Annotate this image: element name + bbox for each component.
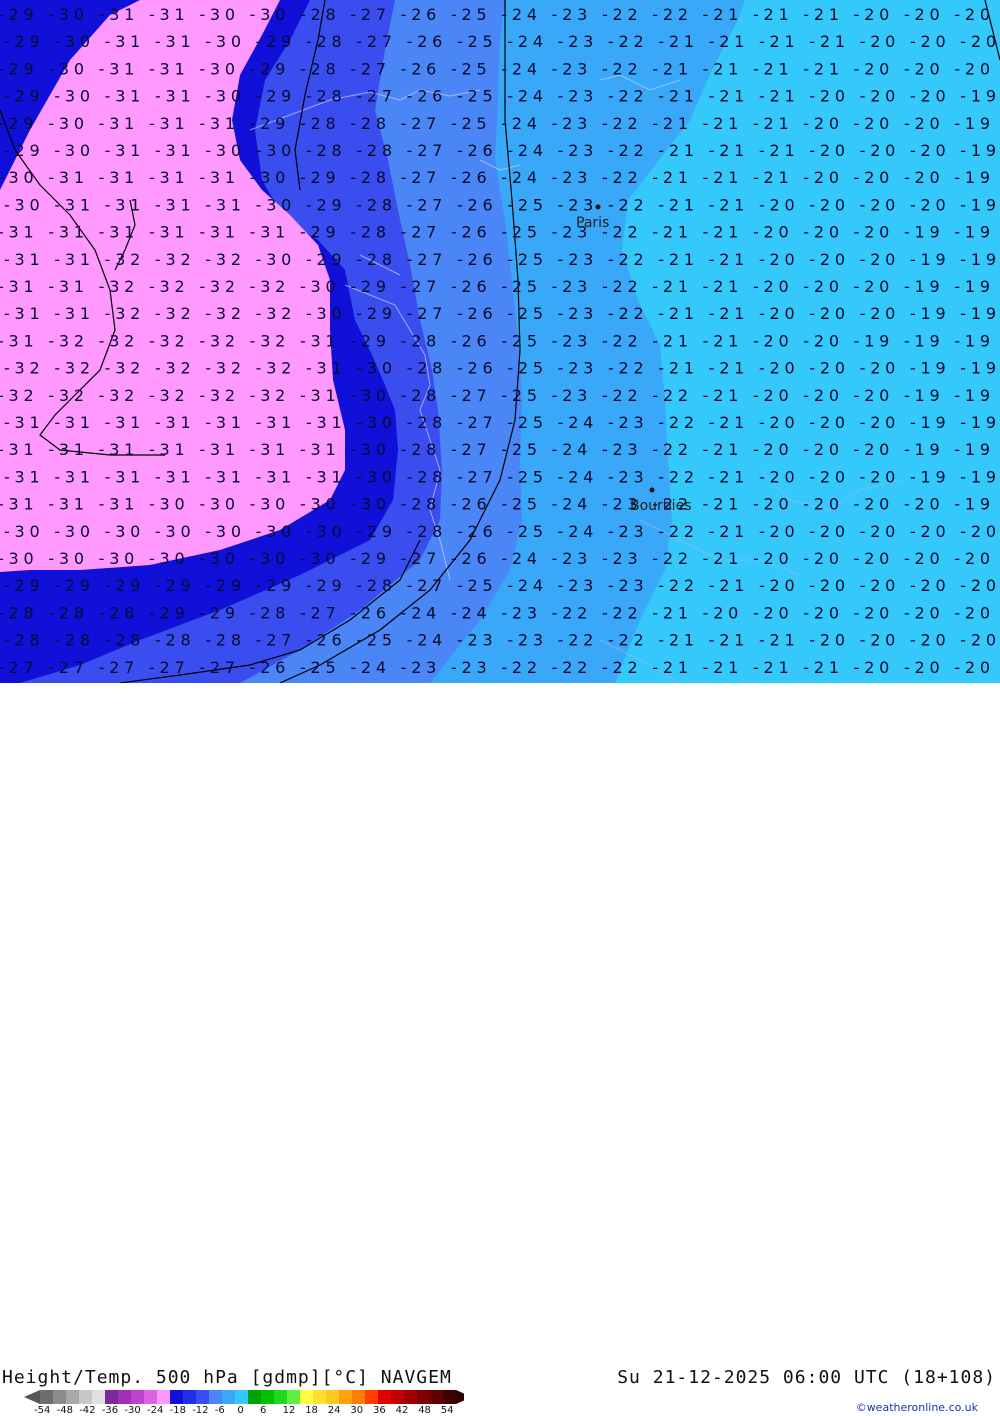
legend-tick: 30 <box>350 1405 364 1416</box>
legend-swatch <box>443 1390 456 1404</box>
city-bourbies-marker <box>649 487 655 493</box>
legend-tick: 12 <box>282 1405 296 1416</box>
color-scale-legend <box>24 1390 464 1404</box>
legend-tick: -48 <box>56 1405 73 1416</box>
legend-swatch <box>326 1390 339 1404</box>
legend-tick: 6 <box>260 1405 267 1416</box>
legend-swatch <box>352 1390 365 1404</box>
legend-tick: 36 <box>373 1405 386 1416</box>
legend-swatch <box>105 1390 118 1404</box>
temperature-map: -29 -30 -31 -31 -30 -30 -28 -27 -26 -25 … <box>0 0 1000 683</box>
legend-arrow-low <box>24 1390 40 1404</box>
legend-swatch <box>92 1390 105 1404</box>
legend-swatch <box>378 1390 391 1404</box>
legend-tick: -42 <box>79 1405 96 1416</box>
legend-swatch <box>365 1390 378 1404</box>
legend-arrow-high <box>456 1390 464 1404</box>
map-area: -29 -30 -31 -31 -30 -30 -28 -27 -26 -25 … <box>0 0 1000 683</box>
legend-swatch <box>261 1390 274 1404</box>
legend-tick: -24 <box>147 1405 164 1416</box>
credit-link[interactable]: ©weatheronline.co.uk <box>856 1401 978 1414</box>
legend-tick: -18 <box>169 1405 186 1416</box>
legend-swatch <box>430 1390 443 1404</box>
legend-swatch <box>339 1390 352 1404</box>
footer-bar: Height/Temp. 500 hPa [gdmp][°C] NAVGEM S… <box>0 683 1000 1416</box>
legend-tick: 18 <box>305 1405 318 1416</box>
legend-tick: -36 <box>101 1405 119 1416</box>
legend-swatch <box>417 1390 430 1404</box>
legend-swatch <box>53 1390 66 1404</box>
legend-swatch <box>391 1390 404 1404</box>
legend-tick: 42 <box>395 1405 409 1416</box>
map-title: Height/Temp. 500 hPa [gdmp][°C] NAVGEM <box>2 1367 452 1388</box>
legend-swatch <box>144 1390 157 1404</box>
city-bourbies-label: Bourbies <box>630 498 691 514</box>
legend-tick: 0 <box>237 1405 244 1416</box>
legend-swatch <box>157 1390 170 1404</box>
legend-swatch <box>248 1390 261 1404</box>
city-paris-marker <box>595 204 601 210</box>
legend-swatch <box>40 1390 53 1404</box>
legend-swatch <box>287 1390 300 1404</box>
legend-tick: -30 <box>124 1405 141 1416</box>
valid-time: Su 21-12-2025 06:00 UTC (18+108) <box>617 1367 996 1388</box>
legend-swatch <box>118 1390 131 1404</box>
city-paris-label: Paris <box>576 215 609 231</box>
legend-swatch <box>209 1390 222 1404</box>
legend-tick: 48 <box>418 1405 431 1416</box>
legend-tick: 24 <box>327 1405 341 1416</box>
legend-swatch <box>300 1390 313 1404</box>
legend-swatch <box>66 1390 79 1404</box>
legend-swatch <box>274 1390 287 1404</box>
legend-swatch <box>196 1390 209 1404</box>
legend-swatch <box>79 1390 92 1404</box>
legend-tick: -12 <box>192 1405 209 1416</box>
legend-tick: -54 <box>34 1405 51 1416</box>
legend-swatch <box>170 1390 183 1404</box>
legend-tick: -6 <box>214 1405 225 1416</box>
legend-swatch <box>235 1390 248 1404</box>
legend-swatch <box>222 1390 235 1404</box>
legend-swatch <box>183 1390 196 1404</box>
legend-swatch <box>313 1390 326 1404</box>
legend-tick: 54 <box>440 1405 454 1416</box>
legend-swatch <box>404 1390 417 1404</box>
legend-swatch <box>131 1390 144 1404</box>
